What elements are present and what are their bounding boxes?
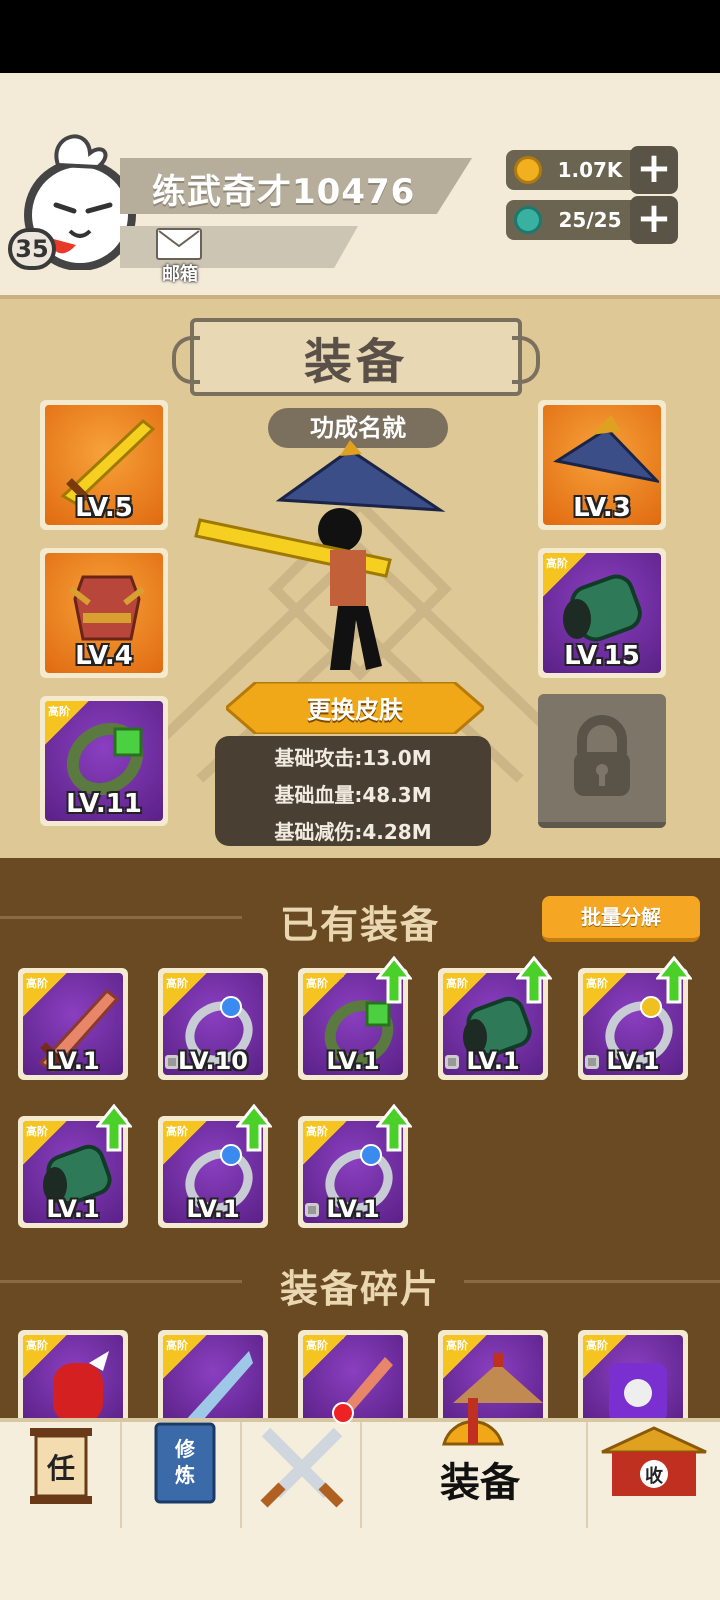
fragment-item[interactable]: 高阶: [18, 1330, 128, 1430]
bracer-slot[interactable]: 高阶 LV.15: [538, 548, 666, 678]
game-screen: { "player": {"name": "练武奇才10476", "level…: [0, 0, 720, 1600]
owned-item[interactable]: 高阶 LV.10: [158, 968, 268, 1080]
weapon-slot[interactable]: LV.5: [40, 400, 168, 530]
energy-counter: 25/25 +: [506, 196, 678, 244]
change-skin-label: 更换皮肤: [307, 696, 403, 724]
sword-icon: [329, 1357, 393, 1423]
fragments-section-title: 装备碎片: [279, 1267, 440, 1311]
item-level: LV.10: [178, 1047, 248, 1075]
mail-label: 邮箱: [162, 264, 198, 285]
armor-slot[interactable]: LV.4: [40, 548, 168, 678]
fragment-item[interactable]: 高阶: [578, 1330, 688, 1430]
player-level-badge: 35: [8, 228, 56, 270]
stat-hp: 基础血量:48.3M: [274, 783, 432, 807]
upgrade-arrow-icon: [94, 1103, 134, 1152]
bracer-level: LV.15: [564, 641, 640, 671]
item-level: LV.1: [46, 1195, 100, 1223]
svg-text:修: 修: [174, 1437, 196, 1461]
item-level: LV.1: [46, 1047, 100, 1075]
nav-collect[interactable]: 收: [588, 1422, 720, 1528]
upgrade-arrow-icon: [514, 955, 554, 1004]
crossed-swords-icon: [260, 1427, 344, 1508]
owned-item[interactable]: 高阶 LV.1: [18, 968, 128, 1080]
upgrade-arrow-icon: [234, 1103, 274, 1152]
notification-dot: [332, 1402, 354, 1424]
item-level: LV.1: [326, 1047, 380, 1075]
energy-value: 25/25: [558, 208, 622, 232]
player-name: 练武奇才10476: [152, 172, 416, 212]
nav-equip-label: 装备: [440, 1460, 520, 1506]
item-level: LV.1: [466, 1047, 520, 1075]
panel-title: 装备: [303, 334, 408, 390]
character-figure: [194, 440, 446, 670]
item-level: LV.1: [186, 1195, 240, 1223]
energy-icon: [514, 206, 542, 234]
weapon-level: LV.5: [75, 493, 133, 523]
batch-decompose-button[interactable]: 批量分解: [542, 896, 700, 942]
coin-counter: 1.07K +: [506, 146, 678, 194]
hat-level: LV.3: [573, 493, 631, 523]
status-bar: [0, 0, 720, 73]
upgrade-arrow-icon: [654, 955, 694, 1004]
blade-icon: [183, 1351, 253, 1423]
armor-level: LV.4: [75, 641, 133, 671]
scroll-icon: 任: [30, 1428, 92, 1504]
locked-slot[interactable]: [538, 694, 666, 828]
shop-icon: 收: [601, 1426, 707, 1496]
add-coins-button[interactable]: +: [630, 146, 678, 194]
ring-level: LV.11: [66, 789, 142, 819]
nav-cultivate[interactable]: 修 炼: [122, 1422, 242, 1528]
lock-icon: [574, 715, 630, 796]
item-level: LV.1: [606, 1047, 660, 1075]
ring-slot[interactable]: 高阶 LV.11: [40, 696, 168, 826]
amulet-icon: [609, 1363, 667, 1423]
svg-text:炼: 炼: [175, 1463, 195, 1487]
svg-text:收: 收: [645, 1465, 663, 1487]
stat-defense: 基础减伤:4.28M: [274, 820, 432, 844]
bottom-strip: [0, 1528, 720, 1600]
mail-button[interactable]: 邮箱: [152, 228, 208, 285]
fragment-item[interactable]: 高阶: [158, 1330, 268, 1430]
upgrade-arrow-icon: [374, 1103, 414, 1152]
gauntlet-icon: [53, 1351, 109, 1423]
book-icon: 修 炼: [154, 1422, 216, 1504]
svg-text:任: 任: [46, 1452, 75, 1485]
upgrade-arrow-icon: [374, 955, 414, 1004]
hat-slot[interactable]: LV.3: [538, 400, 666, 530]
nav-task[interactable]: 任: [0, 1422, 122, 1528]
add-energy-button[interactable]: +: [630, 196, 678, 244]
mail-icon: [156, 228, 202, 260]
item-level: LV.1: [326, 1195, 380, 1223]
stat-attack: 基础攻击:13.0M: [274, 746, 432, 770]
coin-value: 1.07K: [557, 158, 623, 182]
coin-icon: [514, 156, 542, 184]
nav-battle[interactable]: [242, 1422, 362, 1528]
helmet-icon: [442, 1398, 504, 1446]
